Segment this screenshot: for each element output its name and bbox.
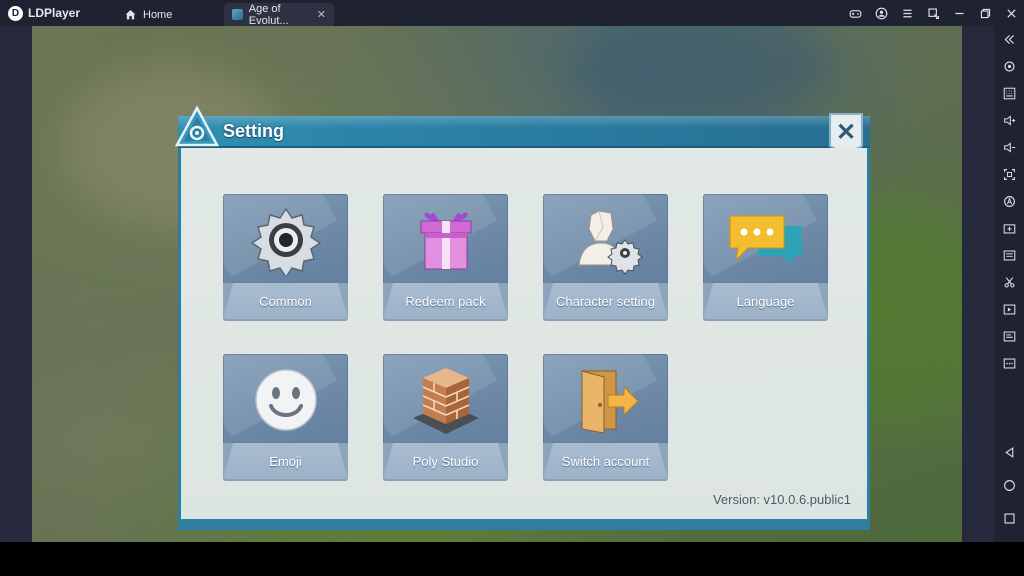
volume-down-icon[interactable] <box>1002 140 1016 154</box>
macro-icon[interactable] <box>1002 194 1016 208</box>
poly-studio-label: Poly Studio <box>383 443 508 479</box>
recent-apps-icon[interactable] <box>1002 511 1016 525</box>
collapse-icon[interactable] <box>1002 32 1016 46</box>
tab-age-of-evolution[interactable]: Age of Evolut... ✕ <box>224 2 334 27</box>
restore-icon[interactable] <box>978 6 992 20</box>
more-icon[interactable] <box>1002 356 1016 370</box>
fps-icon[interactable] <box>1002 248 1016 262</box>
character-gear-icon <box>543 200 668 280</box>
background-blur <box>572 26 832 126</box>
switch-account-label: Switch account <box>543 443 668 479</box>
menu-icon[interactable] <box>900 6 914 20</box>
setting-panel: Setting ✕ Common Redeem pack Character s… <box>174 105 870 530</box>
version-text: Version: v10.0.6.public1 <box>712 492 851 507</box>
bottom-bar <box>0 542 1024 576</box>
brick-cube-icon <box>383 360 508 440</box>
redeem-pack-label: Redeem pack <box>383 283 508 319</box>
close-x-icon: ✕ <box>835 119 857 146</box>
gift-box-icon <box>383 200 508 280</box>
character-setting-button[interactable]: Character setting <box>543 194 668 319</box>
right-frame <box>962 26 994 542</box>
tab-home[interactable]: Home <box>115 3 215 26</box>
minimize-icon[interactable] <box>952 6 966 20</box>
tab-close-icon[interactable]: ✕ <box>317 8 326 21</box>
back-icon[interactable] <box>1002 445 1016 459</box>
app-name: LDPlayer <box>28 6 81 20</box>
language-button[interactable]: Language <box>703 194 828 319</box>
common-button[interactable]: Common <box>223 194 348 319</box>
tab-home-label: Home <box>143 8 173 21</box>
keyboard-icon[interactable] <box>1002 86 1016 100</box>
switch-account-button[interactable]: Switch account <box>543 354 668 479</box>
volume-up-icon[interactable] <box>1002 113 1016 127</box>
account-icon[interactable] <box>874 6 888 20</box>
settings-icon[interactable] <box>1002 59 1016 73</box>
fullscreen-icon[interactable] <box>1002 167 1016 181</box>
redeem-pack-button[interactable]: Redeem pack <box>383 194 508 319</box>
ldplayer-logo-icon: D <box>8 5 23 21</box>
game-viewport[interactable]: Setting ✕ Common Redeem pack Character s… <box>32 26 962 542</box>
add-apk-icon[interactable] <box>1002 221 1016 235</box>
left-frame <box>0 26 32 542</box>
common-label: Common <box>223 283 348 319</box>
door-arrow-icon <box>543 360 668 440</box>
sync-icon[interactable] <box>1002 329 1016 343</box>
gear-icon <box>223 200 348 280</box>
emulator-sidebar <box>994 26 1024 542</box>
record-icon[interactable] <box>1002 302 1016 316</box>
character-setting-label: Character setting <box>543 283 668 319</box>
emoji-label: Emoji <box>223 443 348 479</box>
panel-body: Common Redeem pack Character setting Lan… <box>178 148 870 530</box>
title-bar: D LDPlayer Home Age of Evolut... ✕ <box>0 0 1024 27</box>
window-controls <box>848 3 1018 23</box>
home-circle-icon[interactable] <box>1002 478 1016 492</box>
tab-game-label: Age of Evolut... <box>248 2 289 27</box>
language-label: Language <box>703 283 828 319</box>
gamepad-icon[interactable] <box>848 6 862 20</box>
emoji-button[interactable]: Emoji <box>223 354 348 479</box>
scissors-icon[interactable] <box>1002 275 1016 289</box>
ldplayer-window: D LDPlayer Home Age of Evolut... ✕ Setti… <box>0 0 1024 576</box>
smiley-icon <box>223 360 348 440</box>
chat-bubbles-icon <box>703 200 828 280</box>
panel-title: Setting <box>223 121 284 141</box>
app-brand: D LDPlayer <box>8 4 80 22</box>
game-favicon <box>232 9 243 20</box>
resize-icon[interactable] <box>926 6 940 20</box>
poly-studio-button[interactable]: Poly Studio <box>383 354 508 479</box>
close-icon[interactable] <box>1004 6 1018 20</box>
triangle-emblem-icon <box>174 105 220 147</box>
home-icon <box>123 8 137 22</box>
